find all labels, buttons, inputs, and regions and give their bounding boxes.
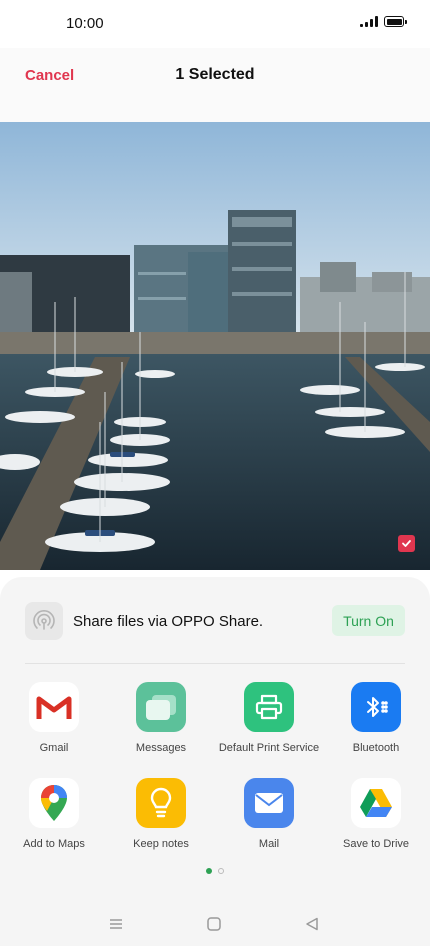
page-dot[interactable] bbox=[218, 868, 224, 874]
keep-icon bbox=[136, 778, 186, 828]
battery-icon bbox=[384, 16, 407, 27]
app-add-to-maps[interactable]: Add to Maps bbox=[0, 778, 109, 850]
messages-icon bbox=[136, 682, 186, 732]
navigation-bar bbox=[0, 900, 430, 946]
app-label: Gmail bbox=[39, 742, 69, 754]
app-bluetooth[interactable]: Bluetooth bbox=[321, 682, 430, 754]
menu-icon[interactable] bbox=[106, 914, 126, 934]
app-messages[interactable]: Messages bbox=[106, 682, 216, 754]
home-icon[interactable] bbox=[204, 914, 224, 934]
back-icon[interactable] bbox=[302, 914, 322, 934]
app-save-to-drive[interactable]: Save to Drive bbox=[321, 778, 430, 850]
app-label: Save to Drive bbox=[342, 838, 410, 850]
oppo-share-icon bbox=[25, 602, 63, 640]
app-gmail[interactable]: Gmail bbox=[0, 682, 109, 754]
maps-icon bbox=[29, 778, 79, 828]
divider bbox=[25, 663, 405, 664]
app-label: Mail bbox=[258, 838, 280, 850]
mail-icon bbox=[244, 778, 294, 828]
app-label: Keep notes bbox=[133, 838, 189, 850]
status-bar: 10:00 bbox=[0, 0, 430, 48]
turn-on-button[interactable]: Turn On bbox=[332, 605, 405, 636]
oppo-share-label: Share files via OPPO Share. bbox=[73, 613, 264, 630]
app-mail[interactable]: Mail bbox=[214, 778, 324, 850]
status-time: 10:00 bbox=[66, 15, 104, 32]
page-dot-active[interactable] bbox=[206, 868, 212, 874]
gmail-icon bbox=[29, 682, 79, 732]
app-label: Messages bbox=[135, 742, 187, 754]
app-print-service[interactable]: Default Print Service bbox=[214, 682, 324, 754]
oppo-share-row: Share files via OPPO Share. Turn On bbox=[25, 601, 405, 641]
app-label: Add to Maps bbox=[23, 838, 85, 850]
app-label: Default Print Service bbox=[218, 742, 320, 754]
page-title: 1 Selected bbox=[175, 66, 255, 83]
print-icon bbox=[244, 682, 294, 732]
selected-check-icon[interactable] bbox=[398, 535, 415, 552]
top-bar: Cancel 1 Selected bbox=[0, 48, 430, 122]
app-label: Bluetooth bbox=[352, 742, 400, 754]
app-keep-notes[interactable]: Keep notes bbox=[106, 778, 216, 850]
page-indicator bbox=[0, 868, 430, 874]
drive-icon bbox=[351, 778, 401, 828]
selected-photo[interactable] bbox=[0, 122, 430, 570]
status-icons bbox=[360, 16, 407, 27]
share-sheet: Share files via OPPO Share. Turn On Gmai… bbox=[0, 577, 430, 946]
bluetooth-icon bbox=[351, 682, 401, 732]
signal-icon bbox=[360, 16, 378, 27]
